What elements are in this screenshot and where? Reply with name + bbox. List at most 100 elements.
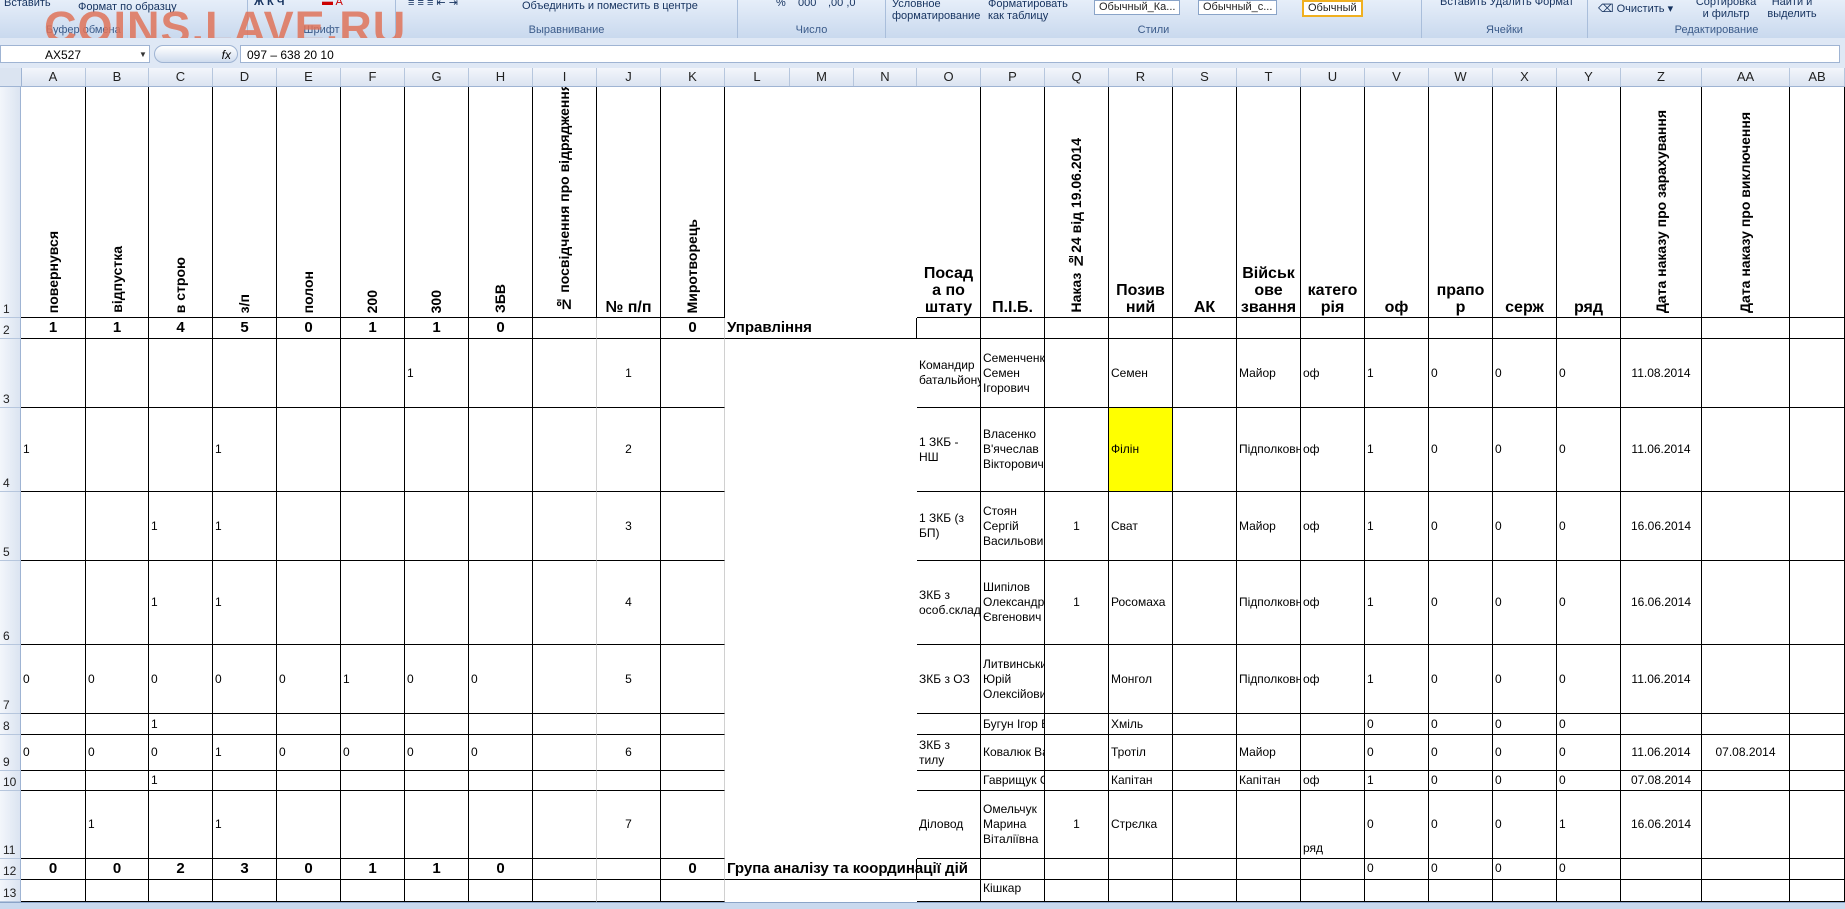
cell-r6[interactable]: Росомаха <box>1109 561 1173 645</box>
cell-f11[interactable] <box>341 791 405 859</box>
column-header-r[interactable]: R <box>1109 68 1173 86</box>
cell-k11[interactable] <box>661 791 725 859</box>
cell-s8[interactable] <box>1173 714 1237 735</box>
cell-b2[interactable]: 1 <box>86 318 149 339</box>
cell-u11[interactable]: ряд <box>1301 791 1365 859</box>
cell-e5[interactable] <box>277 492 341 561</box>
cell-z3[interactable]: 11.08.2014 <box>1621 339 1702 408</box>
cell-g4[interactable] <box>405 408 469 492</box>
column-header-k[interactable]: K <box>661 68 725 86</box>
cell-l12[interactable]: Група аналізу та координації дій <box>725 859 968 880</box>
cell-g3[interactable]: 1 <box>405 339 469 408</box>
cell-c11[interactable] <box>149 791 213 859</box>
cell-o10[interactable] <box>917 771 981 791</box>
column-header-l[interactable]: L <box>725 68 790 86</box>
cell-o2[interactable] <box>917 318 981 339</box>
cell-g2[interactable]: 1 <box>405 318 469 339</box>
column-header-u[interactable]: U <box>1301 68 1365 86</box>
cell-w4[interactable]: 0 <box>1429 408 1493 492</box>
cell-l6[interactable] <box>725 561 917 645</box>
row-header-4[interactable]: 4 <box>0 408 21 492</box>
cell-r12[interactable] <box>1109 859 1173 880</box>
cell-d9[interactable]: 1 <box>213 735 277 771</box>
style-gallery-item-2[interactable]: Обычный_с... <box>1198 0 1278 15</box>
cell-a7[interactable]: 0 <box>21 645 86 714</box>
cell-p2[interactable] <box>981 318 1045 339</box>
cell-r4[interactable]: Філін <box>1109 408 1173 492</box>
cell-o7[interactable]: ЗКБ з ОЗ <box>917 645 981 714</box>
cell-i4[interactable] <box>533 408 597 492</box>
cell-t10[interactable]: Капітан <box>1237 771 1301 791</box>
cell-o9[interactable]: ЗКБ з тилу <box>917 735 981 771</box>
chevron-down-icon[interactable]: ▼ <box>139 50 147 59</box>
column-header-h[interactable]: H <box>469 68 533 86</box>
cell-u7[interactable]: оф <box>1301 645 1365 714</box>
header-aa[interactable]: Дата наказу про виключення <box>1702 87 1790 318</box>
cell-a13[interactable] <box>21 880 86 902</box>
cell-q11[interactable]: 1 <box>1045 791 1109 859</box>
cell-a12[interactable]: 0 <box>21 859 86 880</box>
header-y[interactable]: ряд <box>1557 87 1621 318</box>
cell-aa5[interactable] <box>1702 492 1790 561</box>
cell-t11[interactable] <box>1237 791 1301 859</box>
cell-z5[interactable]: 16.06.2014 <box>1621 492 1702 561</box>
cell-r8[interactable]: Хміль <box>1109 714 1173 735</box>
cell-j9[interactable]: 6 <box>597 735 661 771</box>
percent-button[interactable]: % <box>776 0 786 9</box>
cell-s5[interactable] <box>1173 492 1237 561</box>
cell-t3[interactable]: Майор <box>1237 339 1301 408</box>
cell-r2[interactable] <box>1109 318 1173 339</box>
cell-aa6[interactable] <box>1702 561 1790 645</box>
header-k[interactable]: Миротворець <box>661 87 725 318</box>
cell-x9[interactable]: 0 <box>1493 735 1557 771</box>
header-j[interactable]: № п/п <box>597 87 661 318</box>
cell-x8[interactable]: 0 <box>1493 714 1557 735</box>
cell-aa9[interactable]: 07.08.2014 <box>1702 735 1790 771</box>
cell-z13[interactable] <box>1621 880 1702 902</box>
header-e[interactable]: полон <box>277 87 341 318</box>
cell-c3[interactable] <box>149 339 213 408</box>
cell-z2[interactable] <box>1621 318 1702 339</box>
cell-g11[interactable] <box>405 791 469 859</box>
sort-filter-button[interactable]: Сортировка и фильтр <box>1692 0 1760 20</box>
column-header-e[interactable]: E <box>277 68 341 86</box>
cell-o8[interactable] <box>917 714 981 735</box>
cell-x7[interactable]: 0 <box>1493 645 1557 714</box>
column-header-o[interactable]: O <box>917 68 981 86</box>
cell-h12[interactable]: 0 <box>469 859 533 880</box>
cell-j2[interactable] <box>597 318 661 339</box>
cell-a5[interactable] <box>21 492 86 561</box>
cell-a8[interactable] <box>21 714 86 735</box>
cell-v2[interactable] <box>1365 318 1429 339</box>
cell-ab10[interactable] <box>1790 771 1845 791</box>
column-header-j[interactable]: J <box>597 68 661 86</box>
cell-q12[interactable] <box>1045 859 1109 880</box>
cell-x4[interactable]: 0 <box>1493 408 1557 492</box>
cell-k9[interactable] <box>661 735 725 771</box>
header-h[interactable]: ЗБВ <box>469 87 533 318</box>
cell-j12[interactable] <box>597 859 661 880</box>
cell-u12[interactable] <box>1301 859 1365 880</box>
cell-l5[interactable] <box>725 492 917 561</box>
cell-x3[interactable]: 0 <box>1493 339 1557 408</box>
cell-o11[interactable]: Діловод <box>917 791 981 859</box>
cell-z12[interactable] <box>1621 859 1702 880</box>
cell-g10[interactable] <box>405 771 469 791</box>
cell-k8[interactable] <box>661 714 725 735</box>
cell-a2[interactable]: 1 <box>21 318 86 339</box>
cell-h5[interactable] <box>469 492 533 561</box>
cell-u4[interactable]: оф <box>1301 408 1365 492</box>
cell-a4[interactable]: 1 <box>21 408 86 492</box>
cell-j10[interactable] <box>597 771 661 791</box>
cell-k2[interactable]: 0 <box>661 318 725 339</box>
row-header-12[interactable]: 12 <box>0 859 21 880</box>
cell-x2[interactable] <box>1493 318 1557 339</box>
header-f[interactable]: 200 <box>341 87 405 318</box>
cell-f9[interactable]: 0 <box>341 735 405 771</box>
cell-b10[interactable] <box>86 771 149 791</box>
cell-w6[interactable]: 0 <box>1429 561 1493 645</box>
find-select-button[interactable]: Найти и выделить <box>1762 0 1822 20</box>
column-header-m[interactable]: M <box>790 68 854 86</box>
cell-w5[interactable]: 0 <box>1429 492 1493 561</box>
cell-l10[interactable] <box>725 771 917 791</box>
